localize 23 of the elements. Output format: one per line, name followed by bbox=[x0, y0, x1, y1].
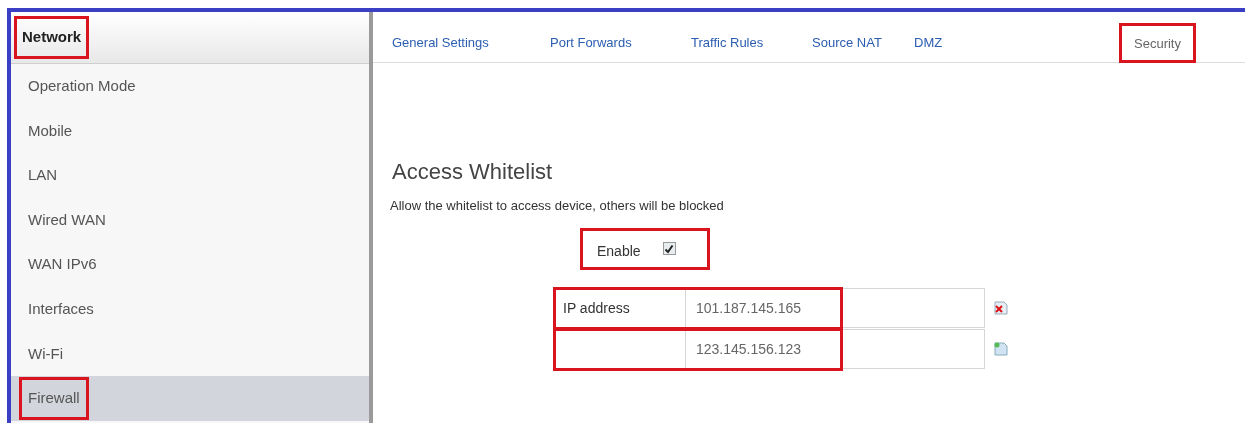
sidebar-item[interactable]: Operation Mode bbox=[11, 64, 369, 109]
sidebar-item[interactable]: Firewall bbox=[11, 376, 369, 421]
enable-checkbox[interactable] bbox=[662, 242, 676, 255]
sidebar-item[interactable]: WAN IPv6 bbox=[11, 242, 369, 287]
sidebar-item[interactable]: Mobile bbox=[11, 108, 369, 154]
input-field[interactable]: 123.145.156.123 bbox=[685, 329, 985, 369]
sidebar-item[interactable]: LAN bbox=[11, 153, 369, 198]
tab[interactable]: General Settings bbox=[392, 22, 550, 62]
tab[interactable]: Port Forwards bbox=[550, 22, 691, 62]
tab[interactable]: Security bbox=[1119, 22, 1196, 63]
sidebar-header: Network bbox=[14, 16, 90, 59]
enable-label: Enable bbox=[597, 242, 641, 261]
tab[interactable]: Source NAT bbox=[812, 22, 914, 62]
sidebar-item[interactable]: Wi-Fi bbox=[11, 331, 369, 377]
section-description: Allow the whitelist to access device, others will be blocked bbox=[390, 197, 725, 215]
sidebar-item[interactable]: Interfaces bbox=[11, 286, 369, 332]
section-title: Access Whitelist bbox=[392, 158, 554, 186]
tab[interactable]: DMZ bbox=[914, 22, 1119, 62]
input-field[interactable]: 101.187.145.165 bbox=[685, 288, 985, 328]
remove-icon[interactable] bbox=[993, 300, 1009, 316]
sidebar-item[interactable]: Wired WAN bbox=[11, 197, 369, 243]
tab[interactable]: Traffic Rules bbox=[691, 22, 812, 62]
field-label: IP address bbox=[563, 298, 630, 318]
